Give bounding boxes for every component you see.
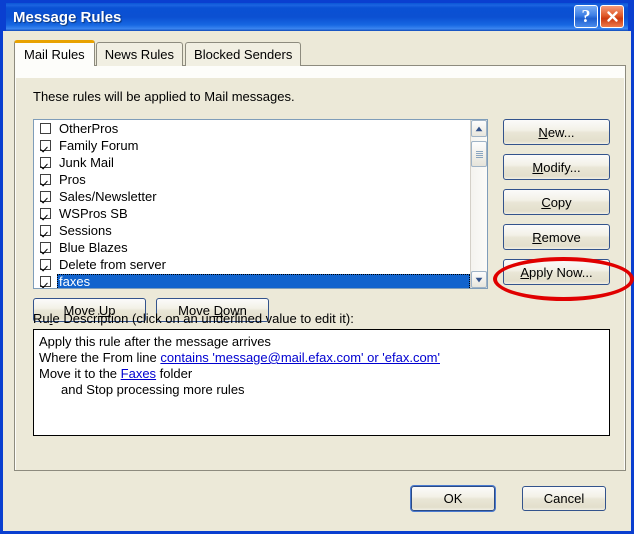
description-text: Apply this rule after the message arrive… — [39, 334, 271, 349]
rule-list-item-label: faxes — [57, 273, 470, 288]
checkbox-checked-icon[interactable] — [40, 174, 51, 185]
help-icon[interactable]: ? — [574, 5, 598, 28]
checkbox-unchecked-icon[interactable] — [40, 123, 51, 134]
rule-list-item[interactable]: WSPros SB — [34, 205, 470, 222]
modify-button-label: Modify... — [532, 159, 581, 175]
rules-rows: OtherPros Family Forum Junk Mail Pros Sales/… — [34, 120, 470, 288]
rule-list-item[interactable]: OtherPros — [34, 120, 470, 137]
tab-mail-rules-label: Mail Rules — [24, 47, 85, 62]
panel-notice: These rules will be applied to Mail mess… — [33, 89, 295, 104]
remove-button[interactable]: Remove — [503, 224, 610, 250]
tab-strip: Mail Rules News Rules Blocked Senders — [14, 40, 303, 66]
title-bar: Message Rules ? — [3, 0, 631, 31]
rule-list-item[interactable]: Pros — [34, 171, 470, 188]
rule-description-label: Rule Description (click on an underlined… — [33, 311, 354, 326]
description-line: Apply this rule after the message arrive… — [39, 334, 604, 350]
checkbox-checked-icon[interactable] — [40, 225, 51, 236]
rule-list-item-label: Delete from server — [59, 256, 166, 272]
rule-list-item-label: WSPros SB — [59, 205, 128, 221]
checkbox-checked-icon[interactable] — [40, 242, 51, 253]
cancel-button-label: Cancel — [543, 491, 585, 506]
checkbox-checked-icon[interactable] — [40, 276, 51, 287]
rule-list-item-label: Sessions — [59, 222, 112, 238]
new-button[interactable]: New... — [503, 119, 610, 145]
tab-news-rules-label: News Rules — [104, 47, 175, 62]
description-line: Where the From line contains 'message@ma… — [39, 350, 604, 366]
close-icon[interactable] — [600, 5, 624, 28]
screen: Message Rules ? Mail Rules News Rules Bl… — [0, 0, 634, 534]
target-folder-link[interactable]: Faxes — [121, 366, 156, 381]
checkbox-checked-icon[interactable] — [40, 140, 51, 151]
scroll-up-icon[interactable] — [471, 120, 487, 137]
description-text: and Stop processing more rules — [61, 382, 245, 397]
checkbox-checked-icon[interactable] — [40, 208, 51, 219]
rule-list-item-label: Family Forum — [59, 137, 139, 153]
apply-now-button[interactable]: Apply Now... — [503, 259, 610, 285]
scrollbar-grip-icon — [475, 150, 483, 158]
tab-blocked-senders-label: Blocked Senders — [194, 47, 293, 62]
rule-list-item[interactable]: Junk Mail — [34, 154, 470, 171]
from-line-condition-link[interactable]: contains 'message@mail.efax.com' or 'efa… — [160, 350, 440, 365]
tab-news-rules[interactable]: News Rules — [95, 42, 184, 66]
scroll-down-icon[interactable] — [471, 271, 487, 288]
description-line: Move it to the Faxes folder — [39, 366, 604, 382]
copy-button-label: Copy — [541, 194, 572, 210]
rule-list-item-label: Junk Mail — [59, 154, 114, 170]
window-title: Message Rules — [13, 8, 122, 26]
rule-list-item[interactable]: Family Forum — [34, 137, 470, 154]
message-rules-dialog: Message Rules ? Mail Rules News Rules Bl… — [0, 0, 634, 534]
rule-list-item[interactable]: Delete from server — [34, 256, 470, 273]
ok-button-label: OK — [443, 491, 463, 506]
remove-button-label: Remove — [532, 229, 581, 245]
rule-list-item[interactable]: Sales/Newsletter — [34, 188, 470, 205]
rule-list-item-label: Blue Blazes — [59, 239, 128, 255]
description-text: folder — [156, 366, 193, 381]
tab-mail-rules[interactable]: Mail Rules — [14, 40, 95, 66]
rules-listbox[interactable]: OtherPros Family Forum Junk Mail Pros Sales/… — [33, 119, 488, 289]
scrollbar-thumb[interactable] — [471, 141, 487, 167]
copy-button[interactable]: Copy — [503, 189, 610, 215]
description-line: and Stop processing more rules — [39, 382, 604, 398]
description-text: Where the From line — [39, 350, 161, 365]
rule-list-item[interactable]: Sessions — [34, 222, 470, 239]
ok-button[interactable]: OK — [411, 486, 495, 511]
mail-rules-panel: These rules will be applied to Mail mess… — [14, 65, 626, 471]
checkbox-checked-icon[interactable] — [40, 191, 51, 202]
cancel-button[interactable]: Cancel — [522, 486, 606, 511]
description-text: Move it to the — [39, 366, 121, 381]
rule-description-box[interactable]: Apply this rule after the message arrive… — [33, 329, 610, 436]
checkbox-checked-icon[interactable] — [40, 259, 51, 270]
title-bar-buttons: ? — [574, 5, 624, 28]
rule-list-item-label: Sales/Newsletter — [59, 188, 157, 204]
rules-scrollbar[interactable] — [470, 120, 487, 288]
rule-list-item-label: OtherPros — [59, 120, 119, 136]
rule-list-item[interactable]: Blue Blazes — [34, 239, 470, 256]
tab-blocked-senders[interactable]: Blocked Senders — [185, 42, 302, 66]
apply-now-button-label: Apply Now... — [520, 264, 593, 280]
new-button-label: New... — [538, 124, 575, 140]
modify-button[interactable]: Modify... — [503, 154, 610, 180]
checkbox-checked-icon[interactable] — [40, 157, 51, 168]
panel-content: These rules will be applied to Mail mess… — [16, 78, 624, 470]
rule-list-item[interactable]: faxes — [34, 273, 470, 288]
rule-list-item-label: Pros — [59, 171, 86, 187]
